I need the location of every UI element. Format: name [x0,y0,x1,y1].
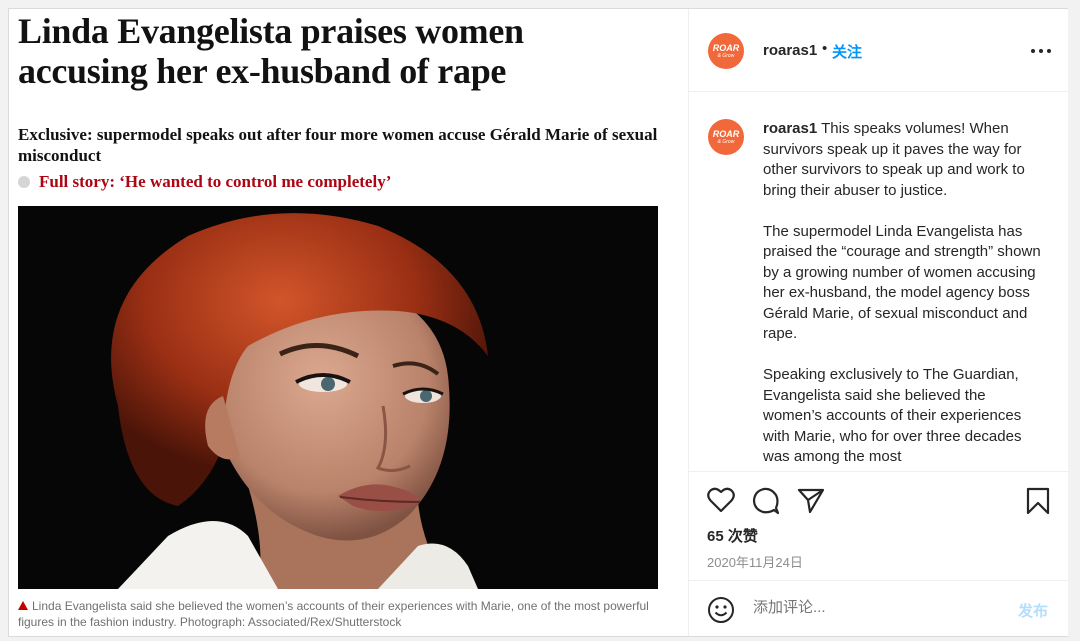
comment-input[interactable] [753,599,983,616]
more-icon[interactable] [1031,49,1051,55]
share-icon[interactable] [797,487,825,520]
username-link[interactable]: roaras1 [763,42,817,59]
emoji-icon[interactable] [707,596,735,629]
article-subheadline: Exclusive: supermodel speaks out after f… [18,125,658,165]
post-header: ROAR & Grow roaras1 • 关注 [689,9,1069,92]
avatar-logo-text: ROAR [712,128,740,139]
photo-caption: Linda Evangelista said she believed the … [18,598,658,630]
avatar-logo-text: ROAR [712,42,740,53]
avatar-logo-subtext: & Grow [717,52,735,59]
post-card: Linda Evangelista praises women accusing… [8,8,1069,637]
heart-icon[interactable] [707,487,735,518]
article-photo [18,206,658,589]
avatar-logo-subtext: & Grow [717,138,735,145]
avatar[interactable]: ROAR & Grow [708,33,744,69]
post-sidebar: ROAR & Grow roaras1 • 关注 ROAR & Grow roa… [688,9,1069,636]
photo-caption-text: Linda Evangelista said she believed the … [18,599,649,629]
article-headline: Linda Evangelista praises women accusing… [18,11,524,91]
portrait-illustration [18,206,658,589]
post-actions: 65 次赞 2020年11月24日 发布 [689,471,1069,636]
bookmark-icon[interactable] [1026,487,1050,520]
full-story-text: Full story: ‘He wanted to control me com… [39,172,392,191]
caption-paragraph: Speaking exclusively to The Guardian, Ev… [763,366,1022,465]
add-comment-bar: 发布 [689,580,1069,637]
comments-area[interactable]: ROAR & Grow roaras1 This speaks volumes!… [689,93,1069,471]
post-caption: roaras1 This speaks volumes! When surviv… [763,119,1043,471]
caption-avatar[interactable]: ROAR & Grow [708,119,744,155]
post-date: 2020年11月24日 [707,555,803,570]
bullet-icon [18,176,30,188]
follow-button[interactable]: 关注 [832,41,862,62]
post-comment-button[interactable]: 发布 [1018,600,1048,621]
comment-icon[interactable] [752,487,780,520]
alert-triangle-icon [18,601,28,610]
post-image[interactable]: Linda Evangelista praises women accusing… [9,9,688,636]
likes-count[interactable]: 65 次赞 [707,525,758,546]
caption-paragraph: roaras1 This speaks volumes! When surviv… [763,119,1043,201]
caption-username[interactable]: roaras1 [763,120,817,137]
separator: • [822,40,828,57]
full-story-link: Full story: ‘He wanted to control me com… [18,172,391,192]
caption-paragraph: The supermodel Linda Evangelista has pra… [763,222,1041,343]
